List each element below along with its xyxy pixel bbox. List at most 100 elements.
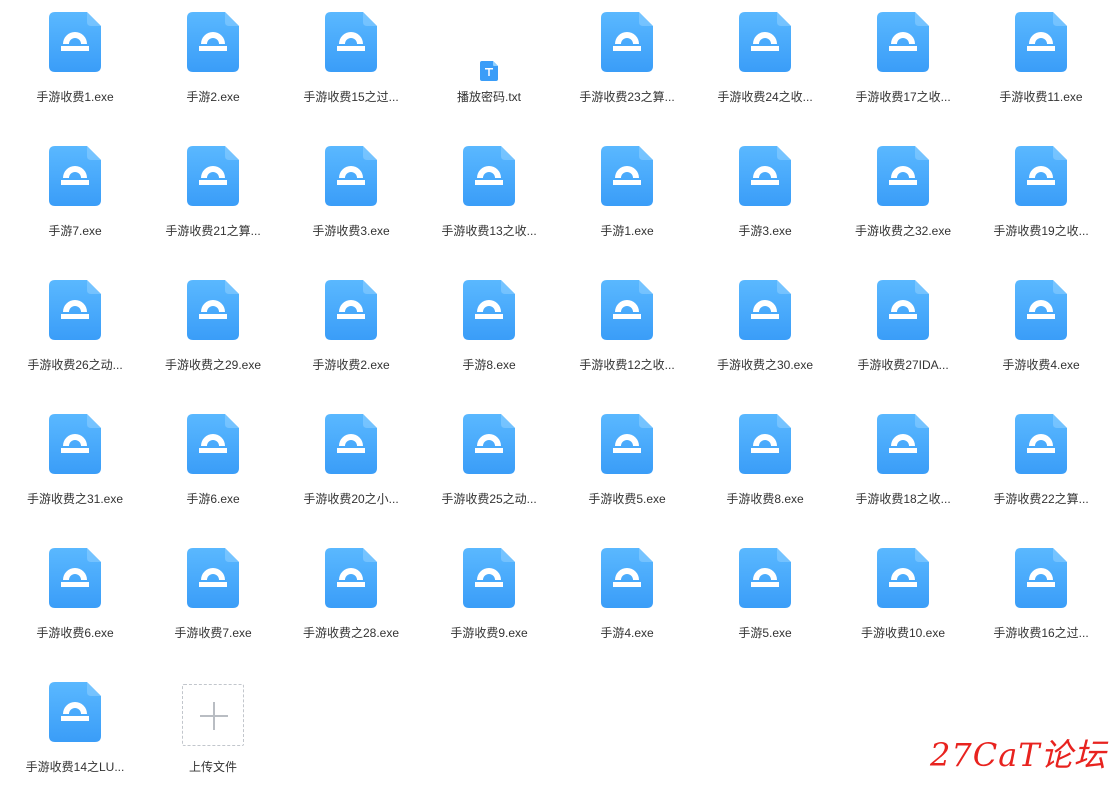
file-item[interactable]: 手游收费7.exe <box>144 536 282 670</box>
file-item[interactable]: 手游2.exe <box>144 0 282 134</box>
file-name: 手游收费之28.exe <box>302 626 400 640</box>
file-item[interactable]: 手游收费4.exe <box>972 268 1109 402</box>
file-name: 手游收费22之算... <box>993 492 1089 506</box>
exe-file-icon <box>325 414 377 474</box>
file-item[interactable]: 手游收费2.exe <box>282 268 420 402</box>
exe-file-icon <box>601 280 653 340</box>
file-name: 手游收费26之动... <box>27 358 123 372</box>
file-item[interactable]: 播放密码.txt <box>420 0 558 134</box>
exe-file-icon <box>877 12 929 72</box>
file-item[interactable]: 手游收费14之LU... <box>6 670 144 804</box>
file-item[interactable]: 手游收费之30.exe <box>696 268 834 402</box>
file-item[interactable]: 手游收费3.exe <box>282 134 420 268</box>
exe-file-icon <box>49 146 101 206</box>
file-name: 手游收费6.exe <box>36 626 114 640</box>
file-item[interactable]: 手游收费19之收... <box>972 134 1109 268</box>
exe-file-icon <box>739 548 791 608</box>
file-name: 手游收费16之过... <box>993 626 1089 640</box>
exe-file-icon <box>187 12 239 72</box>
file-name: 手游收费7.exe <box>174 626 252 640</box>
exe-file-icon <box>325 146 377 206</box>
file-name: 手游收费25之动... <box>441 492 537 506</box>
file-name: 手游收费12之收... <box>579 358 675 372</box>
exe-file-icon <box>739 12 791 72</box>
exe-file-icon <box>49 12 101 72</box>
file-item[interactable]: 手游收费16之过... <box>972 536 1109 670</box>
file-name: 手游收费14之LU... <box>25 760 125 774</box>
exe-file-icon <box>187 414 239 474</box>
exe-file-icon <box>325 12 377 72</box>
file-name: 手游收费15之过... <box>303 90 399 104</box>
exe-file-icon <box>325 280 377 340</box>
exe-file-icon <box>601 146 653 206</box>
file-item[interactable]: 手游收费23之算... <box>558 0 696 134</box>
file-name: 手游2.exe <box>186 90 240 104</box>
file-name: 手游5.exe <box>738 626 792 640</box>
file-item[interactable]: 手游收费9.exe <box>420 536 558 670</box>
exe-file-icon <box>877 146 929 206</box>
exe-file-icon <box>463 280 515 340</box>
file-item[interactable]: 手游收费18之收... <box>834 402 972 536</box>
file-item[interactable]: 手游收费之28.exe <box>282 536 420 670</box>
file-item[interactable]: 手游收费21之算... <box>144 134 282 268</box>
exe-file-icon <box>739 280 791 340</box>
file-name: 手游8.exe <box>462 358 516 372</box>
file-item[interactable]: 手游收费24之收... <box>696 0 834 134</box>
file-item[interactable]: 手游收费25之动... <box>420 402 558 536</box>
file-name: 手游收费17之收... <box>855 90 951 104</box>
file-item[interactable]: 手游3.exe <box>696 134 834 268</box>
file-item[interactable]: 手游收费17之收... <box>834 0 972 134</box>
file-name: 手游收费23之算... <box>579 90 675 104</box>
upload-file-button[interactable]: 上传文件 <box>144 670 282 804</box>
file-name: 手游收费13之收... <box>441 224 537 238</box>
txt-file-icon <box>480 61 498 81</box>
plus-icon <box>182 684 244 746</box>
file-item[interactable]: 手游收费20之小... <box>282 402 420 536</box>
file-item[interactable]: 手游收费之29.exe <box>144 268 282 402</box>
file-name: 手游收费10.exe <box>860 626 946 640</box>
exe-file-icon <box>187 280 239 340</box>
file-item[interactable]: 手游5.exe <box>696 536 834 670</box>
file-item[interactable]: 手游7.exe <box>6 134 144 268</box>
exe-file-icon <box>187 548 239 608</box>
file-item[interactable]: 手游1.exe <box>558 134 696 268</box>
file-item[interactable]: 手游收费12之收... <box>558 268 696 402</box>
file-item[interactable]: 手游6.exe <box>144 402 282 536</box>
file-item[interactable]: 手游收费15之过... <box>282 0 420 134</box>
file-item[interactable]: 手游收费8.exe <box>696 402 834 536</box>
file-name: 手游6.exe <box>186 492 240 506</box>
file-name: 手游7.exe <box>48 224 102 238</box>
file-grid: 手游收费1.exe 手游2.exe 手游收费15之过... 播放密码.txt 手… <box>6 0 1109 804</box>
file-name: 播放密码.txt <box>456 90 521 104</box>
file-item[interactable]: 手游收费6.exe <box>6 536 144 670</box>
file-name: 手游收费5.exe <box>588 492 666 506</box>
file-item[interactable]: 手游收费27IDA... <box>834 268 972 402</box>
file-item[interactable]: 手游收费13之收... <box>420 134 558 268</box>
file-name: 手游收费9.exe <box>450 626 528 640</box>
file-item[interactable]: 手游收费11.exe <box>972 0 1109 134</box>
file-item[interactable]: 手游收费之32.exe <box>834 134 972 268</box>
file-name: 手游收费21之算... <box>165 224 261 238</box>
file-name: 手游收费24之收... <box>717 90 813 104</box>
file-item[interactable]: 手游4.exe <box>558 536 696 670</box>
watermark-text: 27CaT论坛 <box>930 736 1107 774</box>
file-name: 手游收费27IDA... <box>857 358 949 372</box>
file-item[interactable]: 手游收费10.exe <box>834 536 972 670</box>
exe-file-icon <box>49 682 101 742</box>
file-item[interactable]: 手游收费26之动... <box>6 268 144 402</box>
file-name: 手游收费2.exe <box>312 358 390 372</box>
exe-file-icon <box>325 548 377 608</box>
exe-file-icon <box>1015 12 1067 72</box>
file-name: 手游收费8.exe <box>726 492 804 506</box>
file-item[interactable]: 手游收费之31.exe <box>6 402 144 536</box>
exe-file-icon <box>877 548 929 608</box>
exe-file-icon <box>187 146 239 206</box>
file-item[interactable]: 手游收费5.exe <box>558 402 696 536</box>
exe-file-icon <box>1015 146 1067 206</box>
exe-file-icon <box>739 414 791 474</box>
file-item[interactable]: 手游收费1.exe <box>6 0 144 134</box>
file-name: 手游收费4.exe <box>1002 358 1080 372</box>
file-item[interactable]: 手游收费22之算... <box>972 402 1109 536</box>
file-name: 手游3.exe <box>738 224 792 238</box>
file-item[interactable]: 手游8.exe <box>420 268 558 402</box>
